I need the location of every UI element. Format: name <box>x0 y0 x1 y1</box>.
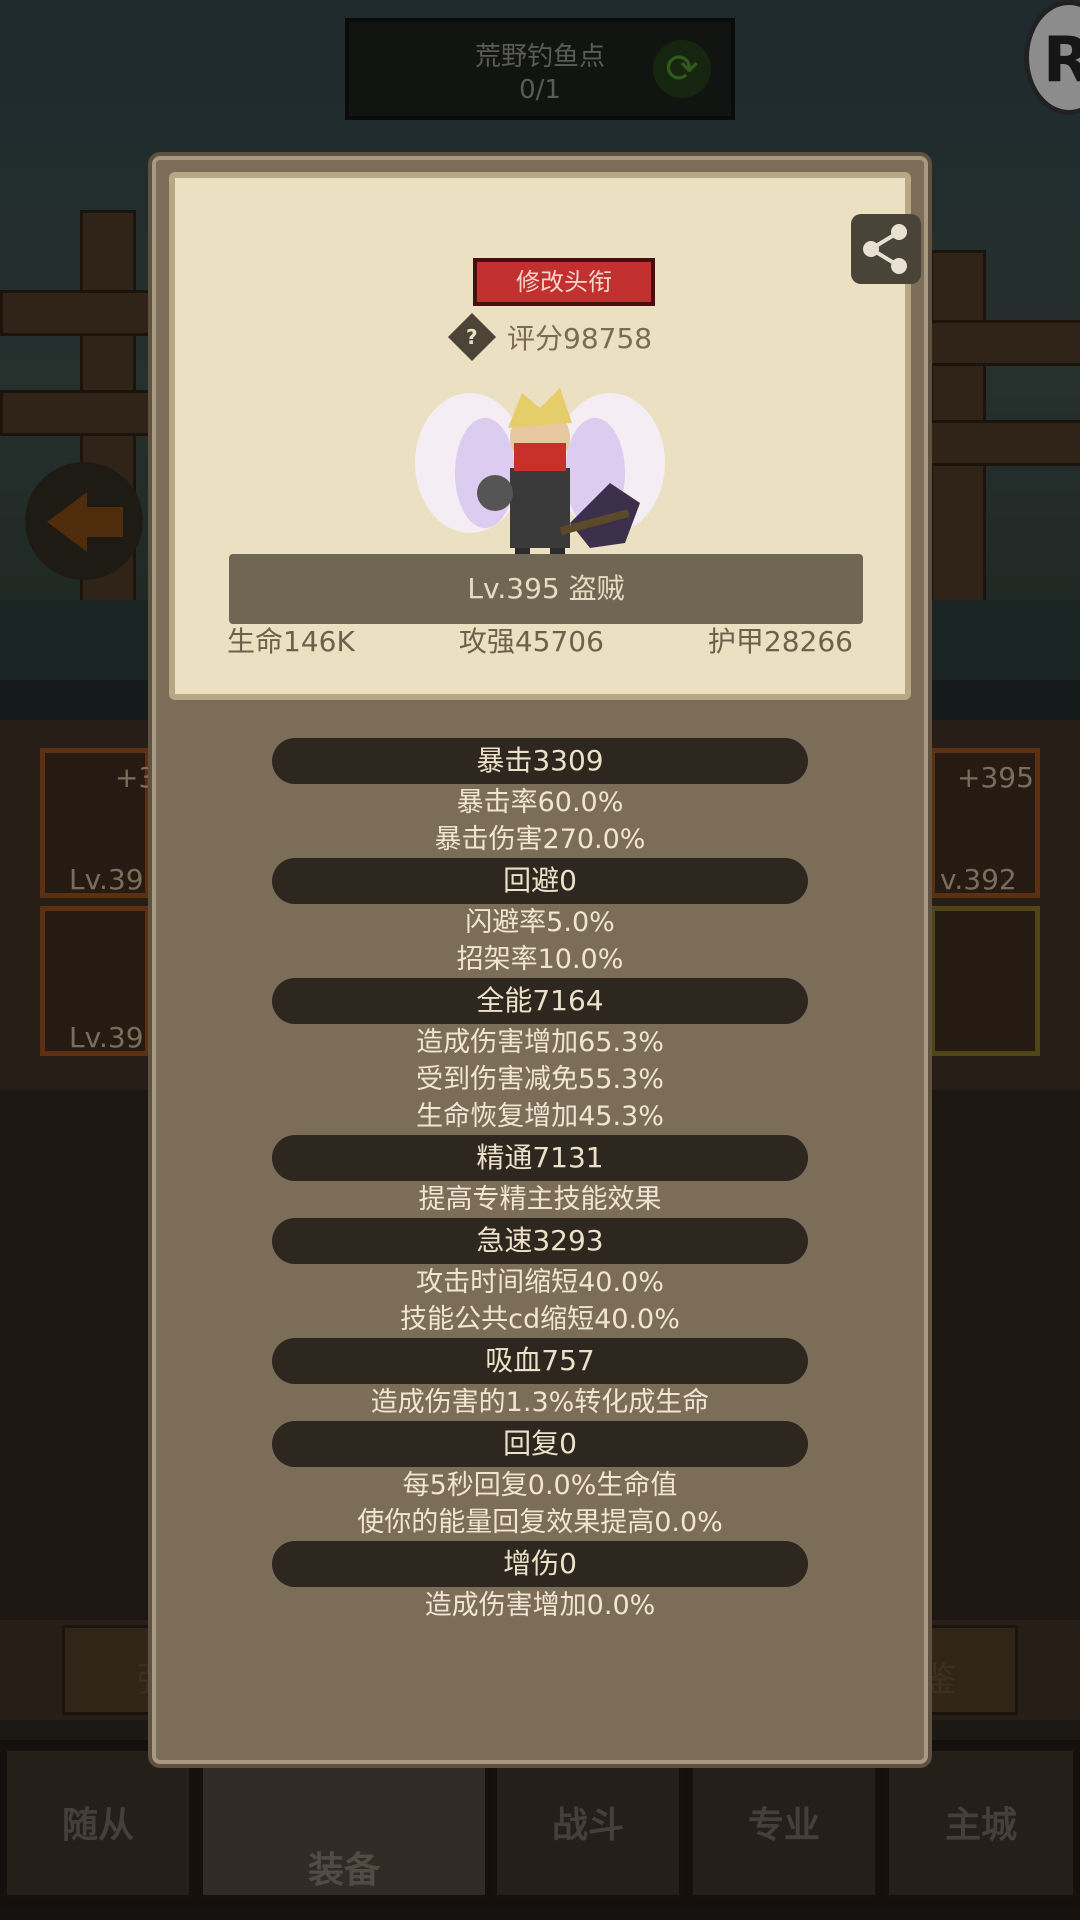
character-card: 修改头衔 ? 评分98758 Lv.395 盗贼 生命146K 攻强45706 … <box>169 172 921 700</box>
stat-line: 造成伤害增加0.0% <box>424 1590 656 1621</box>
score-value: 评分98758 <box>507 322 653 355</box>
stat-line: 造成伤害的1.3%转化成生命 <box>370 1387 710 1418</box>
stat-line: 闪避率5.0% <box>465 907 615 938</box>
stat-line: 提高专精主技能效果 <box>418 1184 662 1215</box>
score-row: ? 评分98758 <box>447 312 653 362</box>
character-stats-popup: 修改头衔 ? 评分98758 Lv.395 盗贼 生命146K 攻强45706 … <box>152 156 928 1764</box>
stat-line: 使你的能量回复效果提高0.0% <box>357 1507 723 1538</box>
stat-attack-power: 攻强45706 <box>458 625 604 658</box>
section-mastery: 精通7131 <box>272 1135 808 1181</box>
stat-health: 生命146K <box>227 625 355 658</box>
share-icon <box>863 224 907 274</box>
stat-line: 造成伤害增加65.3% <box>416 1027 664 1058</box>
level-class-bar: Lv.395 盗贼 <box>229 554 863 624</box>
section-haste: 急速3293 <box>272 1218 808 1264</box>
share-button[interactable] <box>851 214 921 284</box>
stat-line: 招架率10.0% <box>456 944 624 975</box>
stat-line: 技能公共cd缩短40.0% <box>400 1304 680 1335</box>
character-avatar <box>415 388 665 578</box>
stat-line: 每5秒回复0.0%生命值 <box>402 1470 678 1501</box>
edit-title-button[interactable]: 修改头衔 <box>473 258 655 306</box>
stat-line: 暴击伤害270.0% <box>434 824 646 855</box>
section-lifesteal: 吸血757 <box>272 1338 808 1384</box>
help-icon[interactable]: ? <box>447 312 497 362</box>
stat-armor: 护甲28266 <box>707 625 853 658</box>
section-versatility: 全能7164 <box>272 978 808 1024</box>
core-stats: 生命146K 攻强45706 护甲28266 <box>175 620 905 660</box>
section-crit: 暴击3309 <box>272 738 808 784</box>
stat-line: 攻击时间缩短40.0% <box>416 1267 664 1298</box>
section-regen: 回复0 <box>272 1421 808 1467</box>
stat-line: 受到伤害减免55.3% <box>416 1064 664 1095</box>
section-damage-bonus: 增伤0 <box>272 1541 808 1587</box>
stat-line: 暴击率60.0% <box>456 787 624 818</box>
stat-line: 生命恢复增加45.3% <box>416 1101 664 1132</box>
section-avoidance: 回避0 <box>272 858 808 904</box>
stat-sections: 暴击3309 暴击率60.0% 暴击伤害270.0% 回避0 闪避率5.0% 招… <box>156 738 924 1624</box>
